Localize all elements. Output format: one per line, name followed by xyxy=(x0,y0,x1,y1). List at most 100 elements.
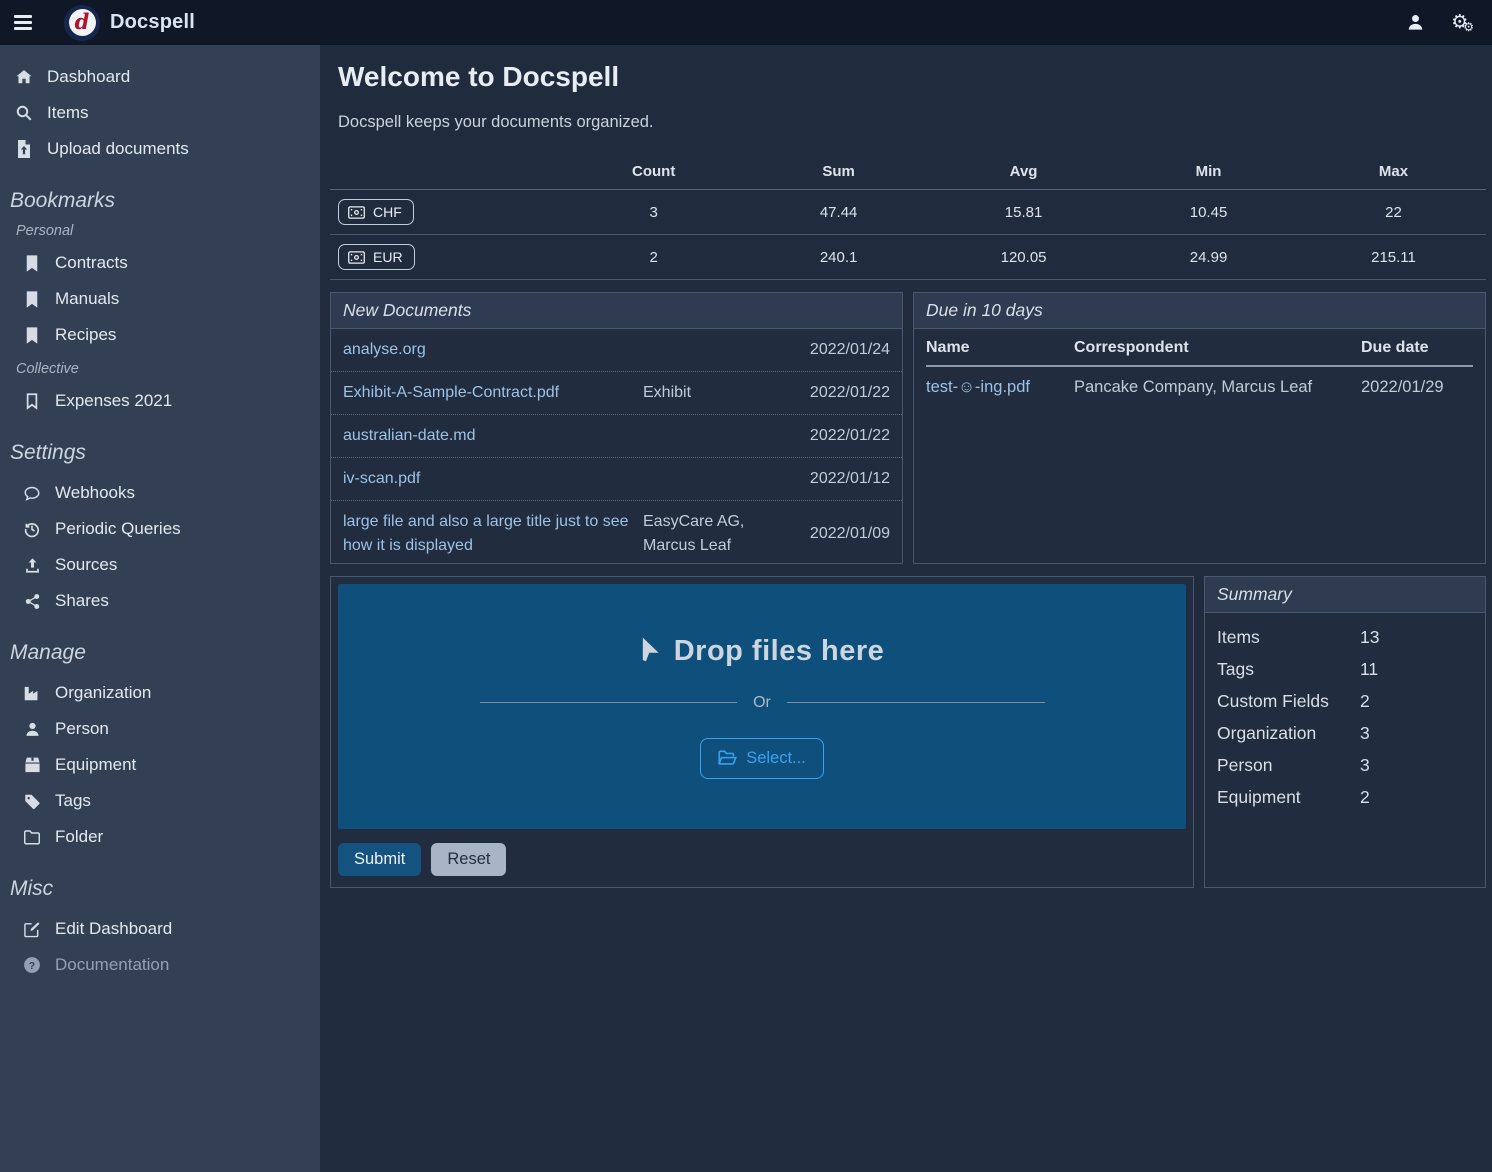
house-icon xyxy=(14,68,34,86)
sidebar-item-label: Edit Dashboard xyxy=(55,919,172,939)
currency-badge-chf: CHF xyxy=(338,199,414,225)
sidebar-item-manuals[interactable]: Manuals xyxy=(0,281,320,317)
stats-header-avg: Avg xyxy=(931,154,1116,190)
summary-panel: Summary Items 13 Tags 11 Custom Fields 2… xyxy=(1204,576,1486,888)
sidebar: Dasbhoard Items Upload documents Bookmar… xyxy=(0,45,320,1172)
sidebar-item-label: Expenses 2021 xyxy=(55,391,172,411)
section-title-manage: Manage xyxy=(10,641,320,665)
sidebar-item-upload-documents[interactable]: Upload documents xyxy=(0,131,320,167)
document-date: 2022/01/12 xyxy=(795,470,890,488)
sidebar-item-equipment[interactable]: Equipment xyxy=(0,747,320,783)
due-panel: Due in 10 days Name Correspondent Due da… xyxy=(913,292,1486,564)
sidebar-item-documentation[interactable]: ? Documentation xyxy=(0,947,320,983)
main-content: Welcome to Docspell Docspell keeps your … xyxy=(320,0,1492,888)
summary-label: Organization xyxy=(1217,717,1360,749)
document-link[interactable]: analyse.org xyxy=(343,338,643,362)
sidebar-item-recipes[interactable]: Recipes xyxy=(0,317,320,353)
sidebar-item-person[interactable]: Person xyxy=(0,711,320,747)
due-header-date: Due date xyxy=(1361,339,1473,357)
summary-row: Equipment 2 xyxy=(1217,781,1473,813)
subsection-personal: Personal xyxy=(16,223,320,239)
sidebar-item-label: Webhooks xyxy=(55,483,135,503)
sidebar-item-label: Shares xyxy=(55,591,109,611)
folder-open-icon xyxy=(718,750,737,766)
bookmark-icon xyxy=(22,255,42,272)
sidebar-item-label: Items xyxy=(47,103,89,123)
summary-value: 3 xyxy=(1360,749,1473,781)
new-documents-panel: New Documents analyse.org 2022/01/24 Exh… xyxy=(330,292,903,564)
select-files-button[interactable]: Select... xyxy=(700,738,824,779)
sidebar-item-shares[interactable]: Shares xyxy=(0,583,320,619)
summary-row: Custom Fields 2 xyxy=(1217,685,1473,717)
sidebar-item-label: Equipment xyxy=(55,755,136,775)
document-row: large file and also a large title just t… xyxy=(331,501,902,567)
money-bill-icon xyxy=(348,206,365,219)
settings-menu-button[interactable]: ⚙ ⚙ xyxy=(1451,13,1474,33)
sidebar-item-label: Documentation xyxy=(55,955,169,975)
sidebar-item-webhooks[interactable]: Webhooks xyxy=(0,475,320,511)
document-date: 2022/01/24 xyxy=(795,341,890,359)
sidebar-item-dashboard[interactable]: Dasbhoard xyxy=(0,59,320,95)
share-nodes-icon xyxy=(22,593,42,610)
sidebar-item-sources[interactable]: Sources xyxy=(0,547,320,583)
panel-title: Summary xyxy=(1205,577,1485,613)
document-row: iv-scan.pdf 2022/01/12 xyxy=(331,458,902,501)
user-icon xyxy=(1406,13,1425,32)
question-circle-icon: ? xyxy=(22,956,42,974)
section-title-bookmarks: Bookmarks xyxy=(10,189,320,213)
submit-button[interactable]: Submit xyxy=(338,843,421,876)
tag-icon xyxy=(22,793,42,810)
sidebar-item-items[interactable]: Items xyxy=(0,95,320,131)
search-icon xyxy=(14,104,34,122)
stats-header-min: Min xyxy=(1116,154,1301,190)
summary-row: Items 13 xyxy=(1217,621,1473,653)
due-header-name: Name xyxy=(926,339,1066,357)
summary-label: Person xyxy=(1217,749,1360,781)
sidebar-item-organization[interactable]: Organization xyxy=(0,675,320,711)
summary-value: 3 xyxy=(1360,717,1473,749)
logo-letter: d xyxy=(69,9,96,36)
document-meta: Exhibit xyxy=(643,381,795,405)
currency-label: CHF xyxy=(373,204,402,220)
menu-toggle-button[interactable] xyxy=(0,0,46,45)
document-link[interactable]: iv-scan.pdf xyxy=(343,467,643,491)
sidebar-item-folder[interactable]: Folder xyxy=(0,819,320,855)
mouse-pointer-icon xyxy=(640,637,662,665)
document-date: 2022/01/22 xyxy=(795,384,890,402)
page-subtitle: Docspell keeps your documents organized. xyxy=(338,113,1486,132)
summary-label: Equipment xyxy=(1217,781,1360,813)
stats-header-empty xyxy=(330,154,561,190)
summary-value: 2 xyxy=(1360,685,1473,717)
reset-button[interactable]: Reset xyxy=(431,843,506,876)
brand-link[interactable]: d Docspell xyxy=(64,5,195,41)
document-link[interactable]: large file and also a large title just t… xyxy=(343,510,643,558)
document-link[interactable]: australian-date.md xyxy=(343,424,643,448)
money-bill-icon xyxy=(348,251,365,264)
file-dropzone[interactable]: Drop files here Or Select... xyxy=(338,584,1186,829)
document-link[interactable]: Exhibit-A-Sample-Contract.pdf xyxy=(343,381,643,405)
sidebar-item-tags[interactable]: Tags xyxy=(0,783,320,819)
folder-icon xyxy=(22,829,42,845)
user-account-button[interactable] xyxy=(1406,13,1425,32)
sidebar-item-label: Organization xyxy=(55,683,151,703)
drop-label: Drop files here xyxy=(674,635,885,668)
sidebar-item-edit-dashboard[interactable]: Edit Dashboard xyxy=(0,911,320,947)
file-upload-icon xyxy=(14,140,34,158)
due-row: test-☺-ing.pdf Pancake Company, Marcus L… xyxy=(926,367,1473,408)
history-icon xyxy=(22,520,42,538)
sidebar-item-expenses-2021[interactable]: Expenses 2021 xyxy=(0,383,320,419)
stat-avg: 120.05 xyxy=(931,235,1116,280)
stat-count: 3 xyxy=(561,190,746,235)
sidebar-item-contracts[interactable]: Contracts xyxy=(0,245,320,281)
hamburger-icon xyxy=(14,15,32,30)
industry-icon xyxy=(22,685,42,701)
summary-label: Tags xyxy=(1217,653,1360,685)
or-label: Or xyxy=(753,694,771,712)
summary-value: 13 xyxy=(1360,621,1473,653)
sidebar-item-periodic-queries[interactable]: Periodic Queries xyxy=(0,511,320,547)
due-document-link[interactable]: test-☺-ing.pdf xyxy=(926,378,1066,397)
due-date: 2022/01/29 xyxy=(1361,378,1473,397)
subsection-collective: Collective xyxy=(16,361,320,377)
sidebar-item-label: Recipes xyxy=(55,325,116,345)
stats-header-max: Max xyxy=(1301,154,1486,190)
